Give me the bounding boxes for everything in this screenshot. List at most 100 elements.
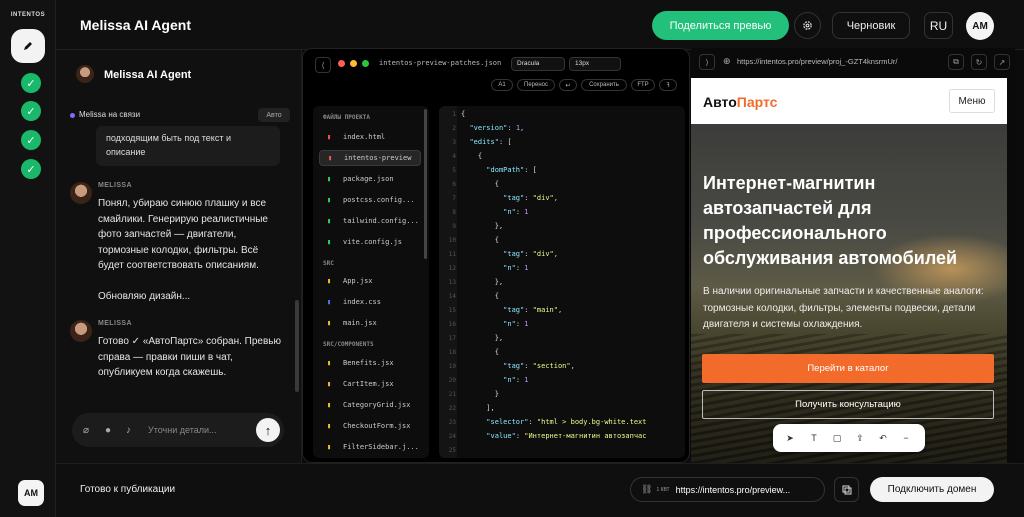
format-button[interactable]: ꟻ [659,79,677,91]
line-number: 7 [452,195,456,202]
agent-status: Melissa на связи Авто [56,105,302,125]
file-item[interactable]: ▮ index.html [319,129,421,145]
open-new-tab-button[interactable]: ↗ [994,54,1010,70]
file-name: vite.config.js [343,238,403,246]
line-number: 10 [448,237,456,244]
file-name: FilterSidebar.j... [343,443,419,451]
file-item[interactable]: ▮ CartItem.jsx [319,376,421,392]
site-menu-button[interactable]: Меню [949,89,995,113]
line-number: 23 [448,419,456,426]
copy-url-button[interactable]: ⧉ [948,54,964,70]
step-done-icon[interactable]: ✓ [21,73,41,93]
code-line: "n": 1 [503,208,529,216]
draft-button[interactable]: Черновик [832,12,910,39]
comment-icon[interactable]: ▢ [830,431,844,445]
jsx-file-icon: ▮ [327,422,332,430]
close-dot-icon[interactable] [338,60,345,67]
attach-icon[interactable]: ⌀ [83,425,89,436]
preview-site: АвтоПартс Меню Интернет-магнитин автозап… [691,78,1007,463]
code-line: { [461,348,499,356]
language-switch[interactable]: RU [924,12,953,39]
text-tool-icon[interactable]: T [807,431,821,445]
line-number: 21 [448,391,456,398]
jsx-file-icon: ▮ [327,277,332,285]
share-preview-button[interactable]: Поделиться превью [652,11,789,40]
consultation-button[interactable]: Получить консультацию [702,390,994,419]
chat-panel: Melissa AI Agent Melissa на связи Авто п… [56,50,302,463]
copy-link-button[interactable] [834,477,859,502]
file-item[interactable]: ▮ index.css [319,294,421,310]
refresh-button[interactable]: ↻ [971,54,987,70]
connect-domain-button[interactable]: Подключить домен [870,477,994,502]
file-item[interactable]: ▮ package.json [319,171,421,187]
step-done-icon[interactable]: ✓ [21,101,41,121]
file-item[interactable]: ▮ App.jsx [319,273,421,289]
expand-button[interactable]: ⟩ [699,54,715,70]
line-number: 16 [448,321,456,328]
avatar[interactable]: AM [966,12,994,40]
arrow-up-icon: ↑ [264,422,272,438]
code-line: "tag": "div", [503,250,558,258]
wrap-button[interactable]: Перенос [517,79,555,91]
file-item[interactable]: ▮ tailwind.config... [319,213,421,229]
new-chat-button[interactable] [11,29,45,63]
step-done-icon[interactable]: ✓ [21,159,41,179]
minus-icon[interactable]: − [899,431,913,445]
jsx-file-icon: ▮ [327,319,332,327]
file-item[interactable]: ▮ main.jsx [319,315,421,331]
code-line: "domPath": [ [486,166,537,174]
message-paragraph: Обновляю дизайн... [98,290,191,302]
file-item[interactable]: ▮ FilterSidebar.j... [319,439,421,455]
file-item-active[interactable]: ▮ intentos-preview [319,150,421,166]
preview-link[interactable]: ⛓ 1 КВТ https://intentos.pro/preview... [630,477,825,502]
settings-button[interactable] [794,12,821,39]
upload-icon[interactable]: ⇪ [853,431,867,445]
ftp-button[interactable]: FTP [631,79,655,91]
status-text: Melissa на связи [79,110,141,119]
preview-url[interactable]: https://intentos.pro/preview/proj_-GZT4k… [737,57,897,66]
catalog-button[interactable]: Перейти в каталог [702,354,994,383]
theme-select[interactable]: Dracula [511,57,565,71]
save-button[interactable]: Сохранить [581,79,627,91]
toolbar-button[interactable]: A1 [491,79,513,91]
left-rail: INTENTOS ✓ ✓ ✓ ✓ AM [0,0,56,517]
jsx-file-icon: ▮ [327,359,332,367]
file-item[interactable]: ▮ CategoryGrid.jsx [319,397,421,413]
step-done-icon[interactable]: ✓ [21,130,41,150]
site-logo[interactable]: АвтоПартс [703,94,777,110]
send-button[interactable]: ↑ [256,418,280,442]
undo-icon[interactable]: ↶ [876,431,890,445]
code-area[interactable]: 1 2 3 4 5 6 7 8 9 10 11 12 13 14 15 16 17 18 19 20 21 22 23 24 2… [439,106,685,458]
collapse-button[interactable]: ⟨ [315,57,331,73]
cursor-icon[interactable]: ➤ [783,431,797,445]
hero-section: Интернет-магнитин автозапчастей для проф… [691,124,1007,463]
chat-input[interactable] [148,422,248,438]
user-avatar[interactable]: AM [18,480,44,506]
site-header: АвтоПартс Меню [691,78,1007,124]
code-line: "version": 1, [469,124,525,132]
undo-button[interactable]: ↩ [559,79,577,91]
line-number: 2 [452,125,456,132]
line-number: 1 [452,111,456,118]
maximize-dot-icon[interactable] [362,60,369,67]
jsx-file-icon: ▮ [327,380,332,388]
line-number: 11 [448,251,456,258]
font-size-select[interactable]: 13px [569,57,621,71]
microphone-icon[interactable]: ● [105,425,111,436]
file-tree-scrollbar[interactable] [424,109,427,259]
code-line: "tag": "main", [503,306,563,314]
mode-toggle[interactable]: Авто [258,108,290,122]
file-item[interactable]: ▮ postcss.config... [319,192,421,208]
file-item[interactable]: ▮ CheckoutForm.jsx [319,418,421,434]
chat-scrollbar[interactable] [295,300,299,392]
code-line: "n": 1 [503,264,529,272]
link-size: 1 КВТ [656,486,670,493]
file-name: main.jsx [343,319,377,327]
globe-icon: ⊕ [723,56,731,66]
code-line: "tag": "section", [503,362,575,370]
file-item[interactable]: ▮ Benefits.jsx [319,355,421,371]
minimize-dot-icon[interactable] [350,60,357,67]
file-name: CheckoutForm.jsx [343,422,411,430]
voice-icon[interactable]: ♪ [126,425,131,436]
file-item[interactable]: ▮ vite.config.js [319,234,421,250]
